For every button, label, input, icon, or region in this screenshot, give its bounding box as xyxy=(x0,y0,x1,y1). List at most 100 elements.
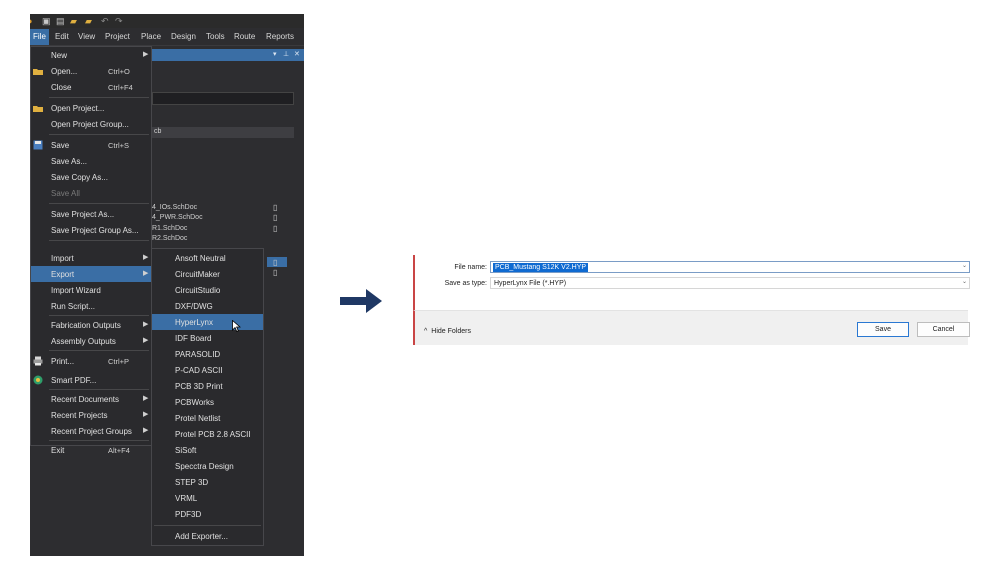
file-menu-smart-pdf[interactable]: Smart PDF... xyxy=(31,372,151,388)
panel-file-item[interactable]: 4_IOs.SchDoc xyxy=(152,203,197,212)
open-project-icon xyxy=(33,106,43,112)
menu-item-label: P-CAD ASCII xyxy=(175,366,223,375)
file-menu-fabrication-outputs[interactable]: Fabrication Outputs ▶ xyxy=(31,317,151,333)
redo-icon[interactable]: ↷ xyxy=(115,16,123,26)
export-pdf3d[interactable]: PDF3D xyxy=(152,506,263,522)
menu-item-label: Import Wizard xyxy=(51,286,101,295)
submenu-arrow-icon: ▶ xyxy=(143,337,149,344)
panel-file-item[interactable]: R2.SchDoc xyxy=(152,234,187,243)
menu-item-shortcut: Ctrl+F4 xyxy=(108,83,133,92)
menu-item-label: PCB 3D Print xyxy=(175,382,223,391)
export-protel-netlist[interactable]: Protel Netlist xyxy=(152,410,263,426)
menu-item-shortcut: Ctrl+P xyxy=(108,357,130,366)
menu-item-label: Ansoft Neutral xyxy=(175,254,226,263)
file-menu-save-copy-as[interactable]: Save Copy As... xyxy=(31,169,151,185)
open-project-toolbar-icon[interactable]: ▰ xyxy=(85,16,92,26)
file-menu-new[interactable]: New ▶ xyxy=(31,47,151,63)
menu-project[interactable]: Project xyxy=(105,32,130,42)
save-button[interactable]: Save xyxy=(857,322,909,337)
panel-search-field[interactable] xyxy=(152,92,294,105)
export-circuitstudio[interactable]: CircuitStudio xyxy=(152,282,263,298)
export-specctra-design[interactable]: Specctra Design xyxy=(152,458,263,474)
file-menu-exit[interactable]: Exit Alt+F4 xyxy=(31,443,151,457)
file-menu-import[interactable]: Import ▶ xyxy=(31,250,151,266)
file-menu-open-project[interactable]: Open Project... xyxy=(31,100,151,116)
export-dxf-dwg[interactable]: DXF/DWG xyxy=(152,298,263,314)
cancel-button[interactable]: Cancel xyxy=(917,322,970,337)
menu-item-label: Save xyxy=(51,141,70,150)
panel-project-label: cb xyxy=(154,128,162,135)
menu-item-label: STEP 3D xyxy=(175,478,209,487)
menu-item-label: VRML xyxy=(175,494,198,503)
menu-design[interactable]: Design xyxy=(171,32,196,42)
export-p-cad-ascii[interactable]: P-CAD ASCII xyxy=(152,362,263,378)
panel-dropdown-icon[interactable]: ▾ xyxy=(273,50,277,60)
save-as-type-label: Save as type: xyxy=(444,280,487,287)
export-pcbworks[interactable]: PCBWorks xyxy=(152,394,263,410)
file-menu-save-project-group-as[interactable]: Save Project Group As... xyxy=(31,222,151,238)
export-idf-board[interactable]: IDF Board xyxy=(152,330,263,346)
save-toolbar-icon[interactable]: ▣ xyxy=(42,16,51,26)
menu-place[interactable]: Place xyxy=(141,32,161,42)
open-folder-toolbar-icon[interactable]: ▰ xyxy=(70,16,77,26)
menu-item-label: Save Copy As... xyxy=(51,173,108,182)
file-menu-export[interactable]: Export ▶ xyxy=(31,266,151,282)
export-hyperlynx[interactable]: HyperLynx xyxy=(152,314,263,330)
export-circuitmaker[interactable]: CircuitMaker xyxy=(152,266,263,282)
save-as-type-select[interactable]: HyperLynx File (*.HYP) ⌄ xyxy=(490,277,970,289)
menu-route[interactable]: Route xyxy=(234,32,255,42)
panel-file-item[interactable]: R1.SchDoc xyxy=(152,224,187,233)
export-submenu: Ansoft Neutral CircuitMaker CircuitStudi… xyxy=(151,248,264,546)
quick-access-toolbar: ● ▣ ▤ ▰ ▰ ↶ ↷ xyxy=(30,14,304,28)
menu-edit[interactable]: Edit xyxy=(55,32,69,42)
save-all-toolbar-icon[interactable]: ▤ xyxy=(56,16,65,26)
export-vrml[interactable]: VRML xyxy=(152,490,263,506)
file-menu-import-wizard[interactable]: Import Wizard xyxy=(31,282,151,298)
panel-project-row[interactable]: cb xyxy=(152,127,294,138)
file-menu-save-project-as[interactable]: Save Project As... xyxy=(31,206,151,222)
menu-item-label: Close xyxy=(51,83,72,92)
menu-separator xyxy=(49,97,149,98)
undo-icon[interactable]: ↶ xyxy=(101,16,109,26)
file-menu-open-project-group[interactable]: Open Project Group... xyxy=(31,116,151,132)
chevron-down-icon[interactable]: ⌄ xyxy=(962,262,967,269)
menu-item-label: Open Project... xyxy=(51,104,105,113)
menu-item-shortcut: Ctrl+S xyxy=(108,141,130,150)
file-menu-close[interactable]: Close Ctrl+F4 xyxy=(31,79,151,95)
dialog-footer: ^ Hide Folders Save Cancel xyxy=(413,310,970,345)
file-menu-recent-project-groups[interactable]: Recent Project Groups ▶ xyxy=(31,423,151,439)
export-step-3d[interactable]: STEP 3D xyxy=(152,474,263,490)
file-menu-recent-projects[interactable]: Recent Projects ▶ xyxy=(31,407,151,423)
file-menu-assembly-outputs[interactable]: Assembly Outputs ▶ xyxy=(31,333,151,349)
menu-item-label: DXF/DWG xyxy=(175,302,213,311)
menu-view[interactable]: View xyxy=(78,32,95,42)
file-name-input[interactable]: PCB_Mustang S12K V2.HYP ⌄ xyxy=(490,261,970,273)
file-menu-save-as[interactable]: Save As... xyxy=(31,153,151,169)
file-menu-recent-documents[interactable]: Recent Documents ▶ xyxy=(31,391,151,407)
export-protel-pcb-ascii[interactable]: Protel PCB 2.8 ASCII xyxy=(152,426,263,442)
menu-file[interactable]: File xyxy=(30,29,49,45)
export-ansoft-neutral[interactable]: Ansoft Neutral xyxy=(152,250,263,266)
menu-item-label: HyperLynx xyxy=(175,318,213,327)
export-parasolid[interactable]: PARASOLID xyxy=(152,346,263,362)
file-menu-save[interactable]: Save Ctrl+S xyxy=(31,137,151,153)
menu-separator xyxy=(49,203,149,204)
file-menu-run-script[interactable]: Run Script... xyxy=(31,298,151,314)
document-icon: ▯ xyxy=(273,258,278,267)
menu-item-label: Recent Documents xyxy=(51,395,120,404)
export-sisoft[interactable]: SiSoft xyxy=(152,442,263,458)
menu-reports[interactable]: Reports xyxy=(266,32,294,42)
export-pcb-3d-print[interactable]: PCB 3D Print xyxy=(152,378,263,394)
file-menu-open[interactable]: Open... Ctrl+O xyxy=(31,63,151,79)
chevron-down-icon[interactable]: ⌄ xyxy=(962,278,967,285)
file-name-selected-text: PCB_Mustang S12K V2.HYP xyxy=(493,263,589,272)
menu-tools[interactable]: Tools xyxy=(206,32,225,42)
export-add-exporter[interactable]: Add Exporter... xyxy=(152,528,263,544)
panel-close-icon[interactable]: ✕ xyxy=(294,50,300,60)
open-folder-icon xyxy=(33,69,43,75)
panel-pin-icon[interactable]: ⊥ xyxy=(283,50,289,60)
save-file-dialog: File name: PCB_Mustang S12K V2.HYP ⌄ Sav… xyxy=(413,255,970,345)
hide-folders-toggle[interactable]: ^ Hide Folders xyxy=(424,327,471,337)
file-menu-print[interactable]: Print... Ctrl+P xyxy=(31,353,151,369)
panel-file-item[interactable]: 4_PWR.SchDoc xyxy=(152,213,203,222)
